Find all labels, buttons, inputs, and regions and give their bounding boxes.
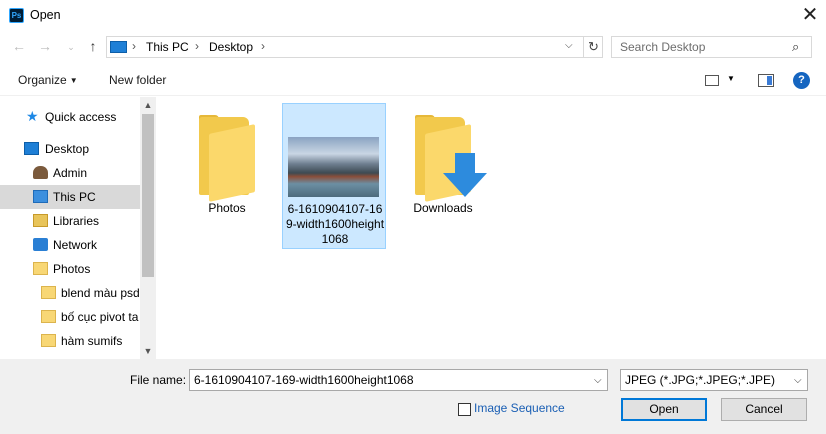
file-name-label: File name:	[130, 373, 187, 387]
sidebar-item-label: Libraries	[53, 214, 100, 228]
file-tile-image[interactable]: 6-1610904107-169-width1600height1068	[282, 103, 386, 249]
file-tile-label: Photos	[208, 201, 246, 215]
folder-icon	[33, 262, 48, 275]
star-icon: ★	[26, 108, 39, 124]
organize-button[interactable]: Organize ▼	[18, 73, 78, 87]
navigation-pane: ★ Quick access Desktop Admin This PC Lib…	[0, 97, 156, 359]
sidebar-item-this-pc[interactable]: This PC	[0, 185, 140, 209]
image-sequence-label[interactable]: Image Sequence	[474, 401, 565, 415]
sidebar-item-blend-mau-psd[interactable]: blend màu psd	[0, 281, 140, 305]
command-bar: Organize ▼ New folder ▼ ?	[0, 66, 826, 96]
breadcrumb-desktop[interactable]: Desktop	[209, 40, 253, 54]
chevron-down-icon[interactable]: ⌵	[794, 375, 802, 386]
up-arrow-icon[interactable]: ↑	[85, 38, 101, 54]
network-icon	[33, 238, 48, 251]
dialog-footer: File name: 6-1610904107-169-width1600hei…	[0, 359, 826, 434]
file-tile-label: Downloads	[413, 201, 473, 215]
file-tile-photos[interactable]: Photos	[175, 103, 279, 249]
sidebar-scrollbar[interactable]: ▲ ▼	[140, 97, 156, 359]
file-tile-label: 6-1610904107-169-width1600height1068	[285, 202, 385, 246]
open-button[interactable]: Open	[621, 398, 707, 421]
file-name-field[interactable]: 6-1610904107-169-width1600height1068 ⌵	[189, 369, 608, 391]
sidebar-item-ham-sumifs[interactable]: hàm sumifs	[0, 329, 140, 353]
this-pc-icon	[110, 41, 127, 53]
help-icon[interactable]: ?	[793, 72, 810, 89]
folder-icon	[41, 310, 56, 323]
desktop-icon	[24, 142, 39, 155]
download-arrow-icon	[443, 153, 487, 199]
close-icon[interactable]: ✕	[800, 4, 820, 26]
title-bar: Ps Open ✕	[0, 0, 826, 31]
window-title: Open	[30, 8, 61, 22]
search-box[interactable]: ⌕	[611, 36, 812, 58]
recent-locations-chevron-icon[interactable]: ⌄	[63, 42, 79, 53]
chevron-down-icon[interactable]: ⌵	[594, 375, 602, 386]
breadcrumb-this-pc[interactable]: This PC	[146, 40, 189, 54]
folder-icon	[41, 334, 56, 347]
file-tile-downloads[interactable]: Downloads	[391, 103, 495, 249]
chevron-right-icon: ›	[132, 39, 136, 53]
caret-down-icon: ▼	[69, 76, 78, 85]
file-list: Photos 6-1610904107-169-width1600height1…	[156, 97, 826, 359]
forward-arrow-icon[interactable]: →	[37, 38, 53, 54]
address-bar[interactable]: › This PC › Desktop › ⌵ ↻	[106, 36, 603, 58]
sidebar-item-libraries[interactable]: Libraries	[0, 209, 140, 233]
sidebar-item-photos[interactable]: Photos	[0, 257, 140, 281]
image-thumbnail	[288, 137, 379, 197]
sidebar-item-label: Photos	[53, 262, 91, 276]
sidebar-item-desktop[interactable]: Desktop	[0, 137, 140, 161]
sidebar-item-quick-access[interactable]: ★ Quick access	[0, 105, 140, 129]
libraries-icon	[33, 214, 48, 227]
chevron-right-icon: ›	[261, 39, 265, 53]
sidebar-item-label: Admin	[53, 166, 88, 180]
search-icon[interactable]: ⌕	[792, 39, 808, 55]
back-arrow-icon[interactable]: ←	[11, 38, 27, 54]
sidebar-item-admin[interactable]: Admin	[0, 161, 140, 185]
preview-pane-icon[interactable]	[758, 74, 774, 87]
sidebar-item-label: bố cục pivot ta	[61, 310, 139, 324]
search-input[interactable]	[612, 37, 787, 57]
sidebar-item-label: Desktop	[45, 142, 90, 156]
scrollbar-thumb[interactable]	[142, 114, 154, 277]
photoshop-app-icon: Ps	[9, 8, 24, 23]
sidebar-item-network[interactable]: Network	[0, 233, 140, 257]
pc-icon	[33, 190, 48, 203]
file-type-select[interactable]: JPEG (*.JPG;*.JPEG;*.JPE) ⌵	[620, 369, 808, 391]
sidebar-item-label: hàm sumifs	[61, 334, 123, 348]
new-folder-button[interactable]: New folder	[109, 73, 166, 87]
sidebar-item-label: blend màu psd	[61, 286, 140, 300]
navigation-bar: ← → ⌄ ↑ › This PC › Desktop › ⌵ ↻ ⌕	[0, 34, 826, 62]
file-type-value: JPEG (*.JPG;*.JPEG;*.JPE)	[625, 373, 776, 387]
scroll-up-icon[interactable]: ▲	[140, 97, 156, 113]
sidebar-item-label: Quick access	[45, 110, 117, 124]
sidebar-item-label: This PC	[53, 190, 96, 204]
chevron-right-icon: ›	[195, 39, 199, 53]
change-view-icon[interactable]	[705, 75, 719, 86]
scroll-down-icon[interactable]: ▼	[140, 343, 156, 359]
cancel-button[interactable]: Cancel	[721, 398, 807, 421]
file-name-value: 6-1610904107-169-width1600height1068	[194, 373, 414, 387]
caret-down-icon[interactable]: ▼	[727, 74, 735, 83]
folder-icon	[41, 286, 56, 299]
sidebar-item-bo-cuc-pivot[interactable]: bố cục pivot ta	[0, 305, 140, 329]
refresh-icon[interactable]: ↻	[583, 37, 603, 57]
organize-label: Organize	[18, 73, 67, 87]
image-sequence-checkbox[interactable]	[458, 403, 471, 416]
sidebar-item-label: Network	[53, 238, 98, 252]
address-dropdown-icon[interactable]: ⌵	[565, 40, 573, 51]
user-icon	[33, 166, 48, 179]
